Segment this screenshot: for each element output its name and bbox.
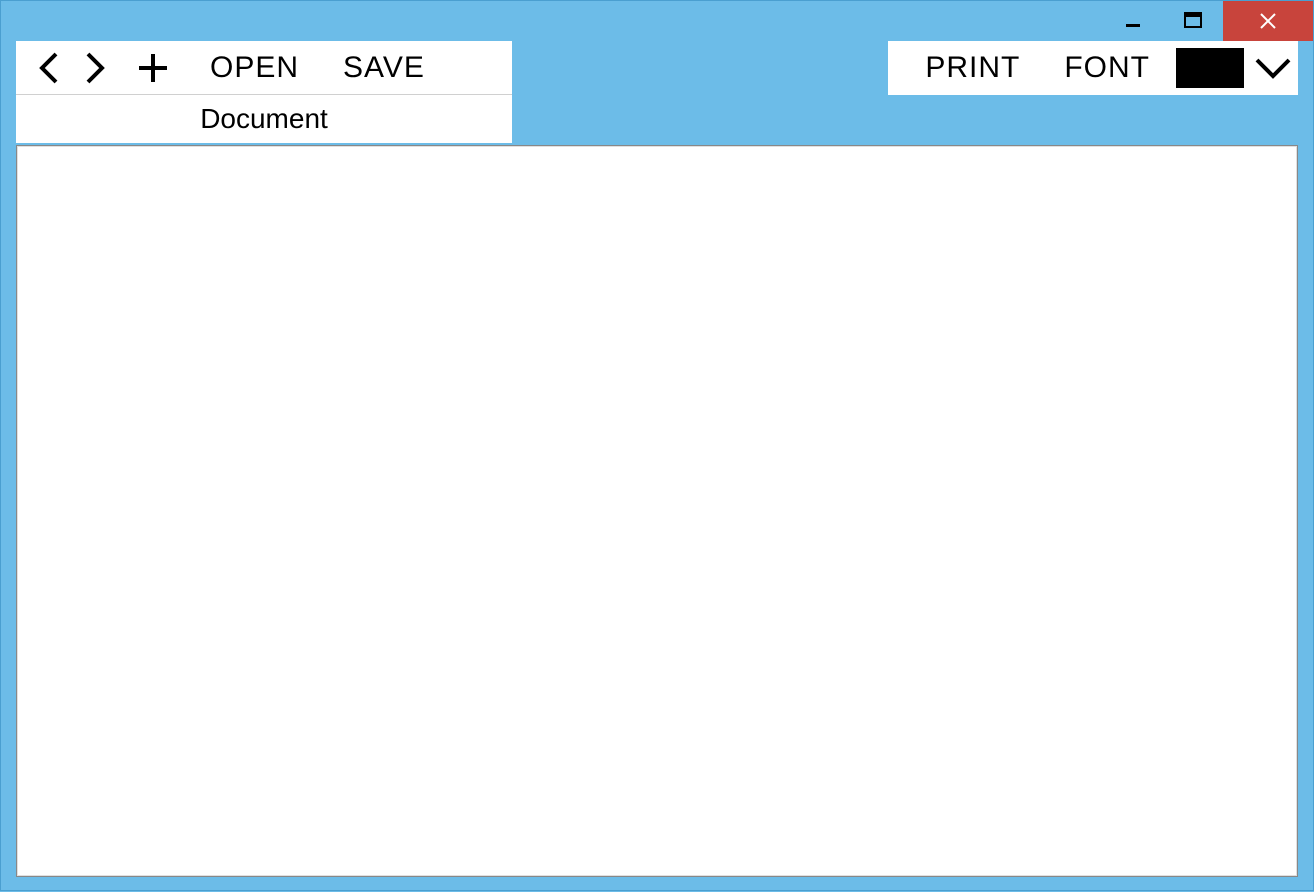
editor[interactable]	[16, 145, 1298, 877]
toolbar-right: PRINT FONT	[888, 41, 1298, 95]
minimize-button[interactable]	[1103, 1, 1163, 41]
color-dropdown-button[interactable]	[1248, 41, 1298, 95]
chevron-left-icon	[36, 50, 62, 86]
font-button[interactable]: FONT	[1042, 41, 1172, 95]
forward-button[interactable]	[72, 41, 118, 94]
maximize-icon	[1184, 12, 1202, 30]
toolbar: OPEN SAVE PRINT FONT	[1, 41, 1313, 95]
open-button[interactable]: OPEN	[188, 41, 321, 94]
chevron-down-icon	[1253, 56, 1293, 80]
minimize-icon	[1125, 13, 1141, 29]
maximize-button[interactable]	[1163, 1, 1223, 41]
save-button[interactable]: SAVE	[321, 41, 447, 94]
tab-row: Document	[1, 95, 1313, 143]
tab-label: Document	[200, 103, 328, 135]
toolbar-left: OPEN SAVE	[16, 41, 512, 95]
titlebar	[1, 1, 1313, 41]
plus-icon	[136, 51, 170, 85]
back-button[interactable]	[26, 41, 72, 94]
close-button[interactable]	[1223, 1, 1313, 41]
tab-document[interactable]: Document	[16, 95, 512, 143]
color-swatch[interactable]	[1176, 48, 1244, 88]
close-icon	[1259, 12, 1277, 30]
chevron-right-icon	[82, 50, 108, 86]
content-area	[1, 143, 1313, 892]
print-button[interactable]: PRINT	[903, 41, 1042, 95]
new-button[interactable]	[118, 41, 188, 94]
